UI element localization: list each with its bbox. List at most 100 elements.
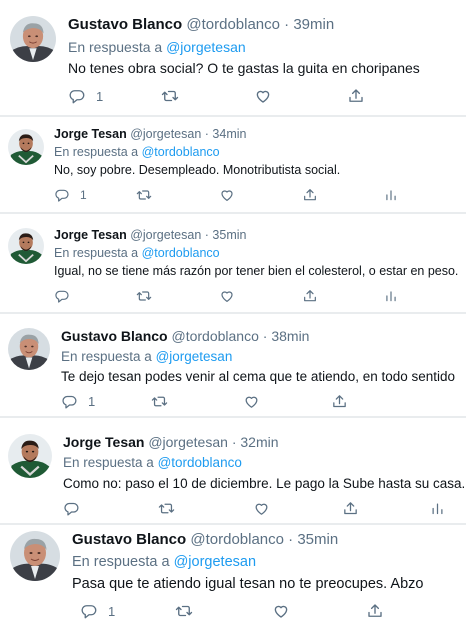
tweet-actions (0, 286, 466, 306)
retweet-button[interactable] (157, 498, 176, 518)
like-button[interactable] (272, 601, 290, 621)
timestamp[interactable]: 34min (212, 127, 246, 141)
mention-link[interactable]: @jorgetesan (166, 39, 246, 55)
tweet-6[interactable]: Gustavo Blanco @tordoblanco · 35min En r… (0, 525, 466, 639)
timestamp[interactable]: 35min (297, 531, 338, 548)
reply-button[interactable]: 1 (54, 185, 87, 205)
tweet-1[interactable]: Gustavo Blanco @tordoblanco · 39min En r… (0, 0, 466, 122)
share-icon (333, 394, 346, 407)
reply-prefix: En respuesta a (68, 39, 163, 55)
like-icon (255, 503, 268, 515)
reply-button[interactable]: 1 (68, 86, 103, 106)
reply-button[interactable]: 1 (61, 391, 95, 411)
share-button[interactable] (366, 601, 384, 621)
timestamp[interactable]: 39min (293, 16, 334, 33)
tweet-text: Te dejo tesan podes venir al cema que te… (61, 369, 456, 384)
mention-link[interactable]: @tordoblanco (158, 455, 242, 470)
retweet-icon (136, 190, 152, 200)
username[interactable]: @jorgetesan (130, 127, 201, 141)
mention-link[interactable]: @jorgetesan (156, 349, 233, 364)
retweet-icon (175, 605, 193, 617)
share-icon (344, 501, 357, 514)
retweet-button[interactable] (135, 185, 153, 205)
avatar[interactable] (8, 129, 44, 165)
reply-context: En respuesta a @jorgetesan (72, 554, 256, 570)
like-icon (221, 190, 233, 201)
mention-link[interactable]: @tordoblanco (142, 246, 220, 260)
display-name[interactable]: Jorge Tesan (54, 228, 127, 242)
timestamp[interactable]: 38min (271, 328, 309, 344)
analytics-button[interactable] (384, 185, 398, 205)
mention-link[interactable]: @jorgetesan (174, 554, 256, 570)
reply-button[interactable] (63, 498, 80, 518)
share-button[interactable] (331, 391, 348, 411)
like-icon (256, 90, 270, 103)
avatar[interactable] (8, 228, 44, 264)
tweet-3[interactable]: Jorge Tesan @jorgetesan · 35min En respu… (0, 214, 466, 316)
reply-count: 1 (88, 393, 96, 409)
share-button[interactable] (302, 286, 318, 306)
username[interactable]: @tordoblanco (171, 328, 258, 344)
retweet-button[interactable] (135, 286, 153, 306)
share-button[interactable] (342, 498, 359, 518)
analytics-button[interactable] (430, 498, 445, 518)
timestamp[interactable]: 32min (240, 434, 278, 450)
reply-button[interactable]: 1 (80, 601, 115, 621)
like-button[interactable] (219, 185, 235, 205)
retweet-button[interactable] (150, 391, 169, 411)
reply-prefix: En respuesta a (72, 554, 170, 570)
like-icon (221, 291, 233, 302)
retweet-button[interactable] (174, 601, 194, 621)
tweet-5[interactable]: Jorge Tesan @jorgetesan · 32min En respu… (0, 418, 466, 526)
tweet-actions: 1 (0, 391, 466, 411)
tweet-text: No tenes obra social? O te gastas la gui… (68, 60, 420, 76)
display-name[interactable]: Gustavo Blanco (72, 531, 186, 548)
reply-count: 1 (96, 88, 104, 104)
analytics-icon (432, 503, 443, 514)
display-name[interactable]: Jorge Tesan (54, 127, 127, 141)
avatar-jorge-icon (8, 129, 44, 165)
reply-icon (62, 395, 77, 409)
retweet-icon (151, 396, 168, 406)
username[interactable]: @jorgetesan (148, 434, 228, 450)
tweet-text: Igual, no se tiene más razón por tener b… (54, 264, 459, 278)
avatar[interactable] (10, 531, 60, 581)
avatar[interactable] (10, 16, 56, 62)
dot-separator: · (284, 16, 290, 33)
reply-context: En respuesta a @tordoblanco (54, 246, 220, 260)
avatar[interactable] (8, 434, 52, 478)
username[interactable]: @tordoblanco (190, 531, 284, 548)
share-button[interactable] (347, 86, 365, 106)
reply-context: En respuesta a @tordoblanco (63, 455, 242, 470)
display-name[interactable]: Jorge Tesan (63, 434, 144, 450)
tweet-2[interactable]: Jorge Tesan @jorgetesan · 34min En respu… (0, 117, 466, 213)
mention-link[interactable]: @tordoblanco (142, 145, 220, 159)
reply-icon (81, 605, 97, 619)
tweet-header: Jorge Tesan @jorgetesan · 32min (63, 434, 279, 450)
reply-button[interactable] (54, 286, 70, 306)
avatar[interactable] (8, 328, 50, 370)
retweet-button[interactable] (160, 86, 180, 106)
analytics-button[interactable] (384, 286, 398, 306)
display-name[interactable]: Gustavo Blanco (61, 328, 168, 344)
username[interactable]: @tordoblanco (186, 16, 280, 33)
share-icon (304, 290, 316, 302)
tweet-header: Jorge Tesan @jorgetesan · 34min (54, 127, 246, 141)
reply-count: 1 (80, 188, 87, 202)
like-button[interactable] (253, 498, 270, 518)
like-button[interactable] (219, 286, 235, 306)
share-button[interactable] (302, 185, 318, 205)
tweet-actions: 1 (0, 185, 466, 205)
timestamp[interactable]: 35min (212, 228, 246, 242)
display-name[interactable]: Gustavo Blanco (68, 16, 182, 33)
reply-context: En respuesta a @jorgetesan (61, 349, 232, 364)
like-button[interactable] (243, 391, 260, 411)
reply-icon (55, 189, 69, 202)
reply-prefix: En respuesta a (54, 246, 139, 260)
analytics-icon (386, 291, 396, 302)
reply-context: En respuesta a @jorgetesan (68, 39, 246, 55)
like-button[interactable] (254, 86, 272, 106)
username[interactable]: @jorgetesan (130, 228, 201, 242)
tweet-4[interactable]: Gustavo Blanco @tordoblanco · 38min En r… (0, 314, 466, 418)
tweet-actions (0, 498, 466, 518)
